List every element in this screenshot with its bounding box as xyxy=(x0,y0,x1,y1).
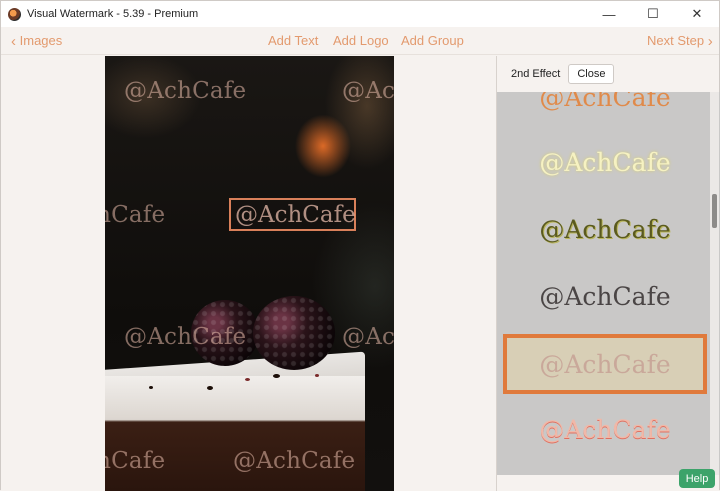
effect-list-scrollbar[interactable] xyxy=(710,92,719,475)
effect-list[interactable]: @AchCafe @AchCafe @AchCafe @AchCafe @Ach… xyxy=(497,92,720,475)
scrollbar-thumb[interactable] xyxy=(712,194,717,228)
close-window-button[interactable]: ✕ xyxy=(675,1,719,27)
watermark-tile: @AchCafe xyxy=(342,324,394,350)
add-group-button[interactable]: Add Group xyxy=(401,33,464,48)
selected-watermark[interactable]: @AchCafe xyxy=(229,198,356,231)
title-bar: Visual Watermark - 5.39 - Premium — ☐ ✕ xyxy=(1,1,719,27)
add-logo-button[interactable]: Add Logo xyxy=(333,33,389,48)
preview-canvas: @AchCafe @AchCafe @AchCafe @AchCafe @Ach… xyxy=(1,56,496,491)
chevron-right-icon: › xyxy=(707,33,713,50)
watermark-tile: @AchCafe xyxy=(342,78,394,104)
effect-option[interactable]: @AchCafe xyxy=(503,132,707,192)
watermark-tile: @AchCafe xyxy=(105,448,166,474)
add-text-button[interactable]: Add Text xyxy=(268,33,318,48)
preview-photo[interactable]: @AchCafe @AchCafe @AchCafe @AchCafe @Ach… xyxy=(105,56,394,491)
effect-option[interactable]: @AchCafe xyxy=(503,399,707,459)
effect-panel: 2nd Effect Close @AchCafe @AchCafe @AchC… xyxy=(496,56,720,491)
back-label: Images xyxy=(19,33,63,48)
window-title: Visual Watermark - 5.39 - Premium xyxy=(27,8,199,20)
effect-option[interactable]: @AchCafe xyxy=(503,92,707,127)
watermark-tile: @AchCafe xyxy=(233,448,356,474)
close-effect-panel-button[interactable]: Close xyxy=(568,64,615,84)
effect-panel-label: 2nd Effect xyxy=(511,68,561,80)
effect-option[interactable]: @AchCafe xyxy=(503,199,707,259)
next-step-button[interactable]: Next Step › xyxy=(647,33,713,50)
help-button[interactable]: Help xyxy=(679,469,715,488)
blackberry-right xyxy=(253,296,335,370)
selected-watermark-text: @AchCafe xyxy=(235,202,356,228)
watermark-tile: @AchCafe xyxy=(124,78,247,104)
watermark-tile: @AchCafe xyxy=(105,202,166,228)
next-step-label: Next Step xyxy=(647,33,705,48)
effect-option[interactable]: @AchCafe xyxy=(503,266,707,326)
effect-option-selected[interactable]: @AchCafe xyxy=(503,334,707,394)
maximize-button[interactable]: ☐ xyxy=(631,1,675,27)
watermark-tile: @AchCafe xyxy=(124,324,247,350)
back-to-images-button[interactable]: ‹ Images xyxy=(11,33,63,50)
minimize-button[interactable]: — xyxy=(587,1,631,27)
app-window: Visual Watermark - 5.39 - Premium — ☐ ✕ … xyxy=(0,0,720,491)
chevron-left-icon: ‹ xyxy=(11,33,16,50)
effect-panel-header: 2nd Effect Close xyxy=(497,56,720,92)
toolbar: ‹ Images Add Text Add Logo Add Group Nex… xyxy=(1,27,719,55)
app-logo-icon xyxy=(8,7,21,21)
